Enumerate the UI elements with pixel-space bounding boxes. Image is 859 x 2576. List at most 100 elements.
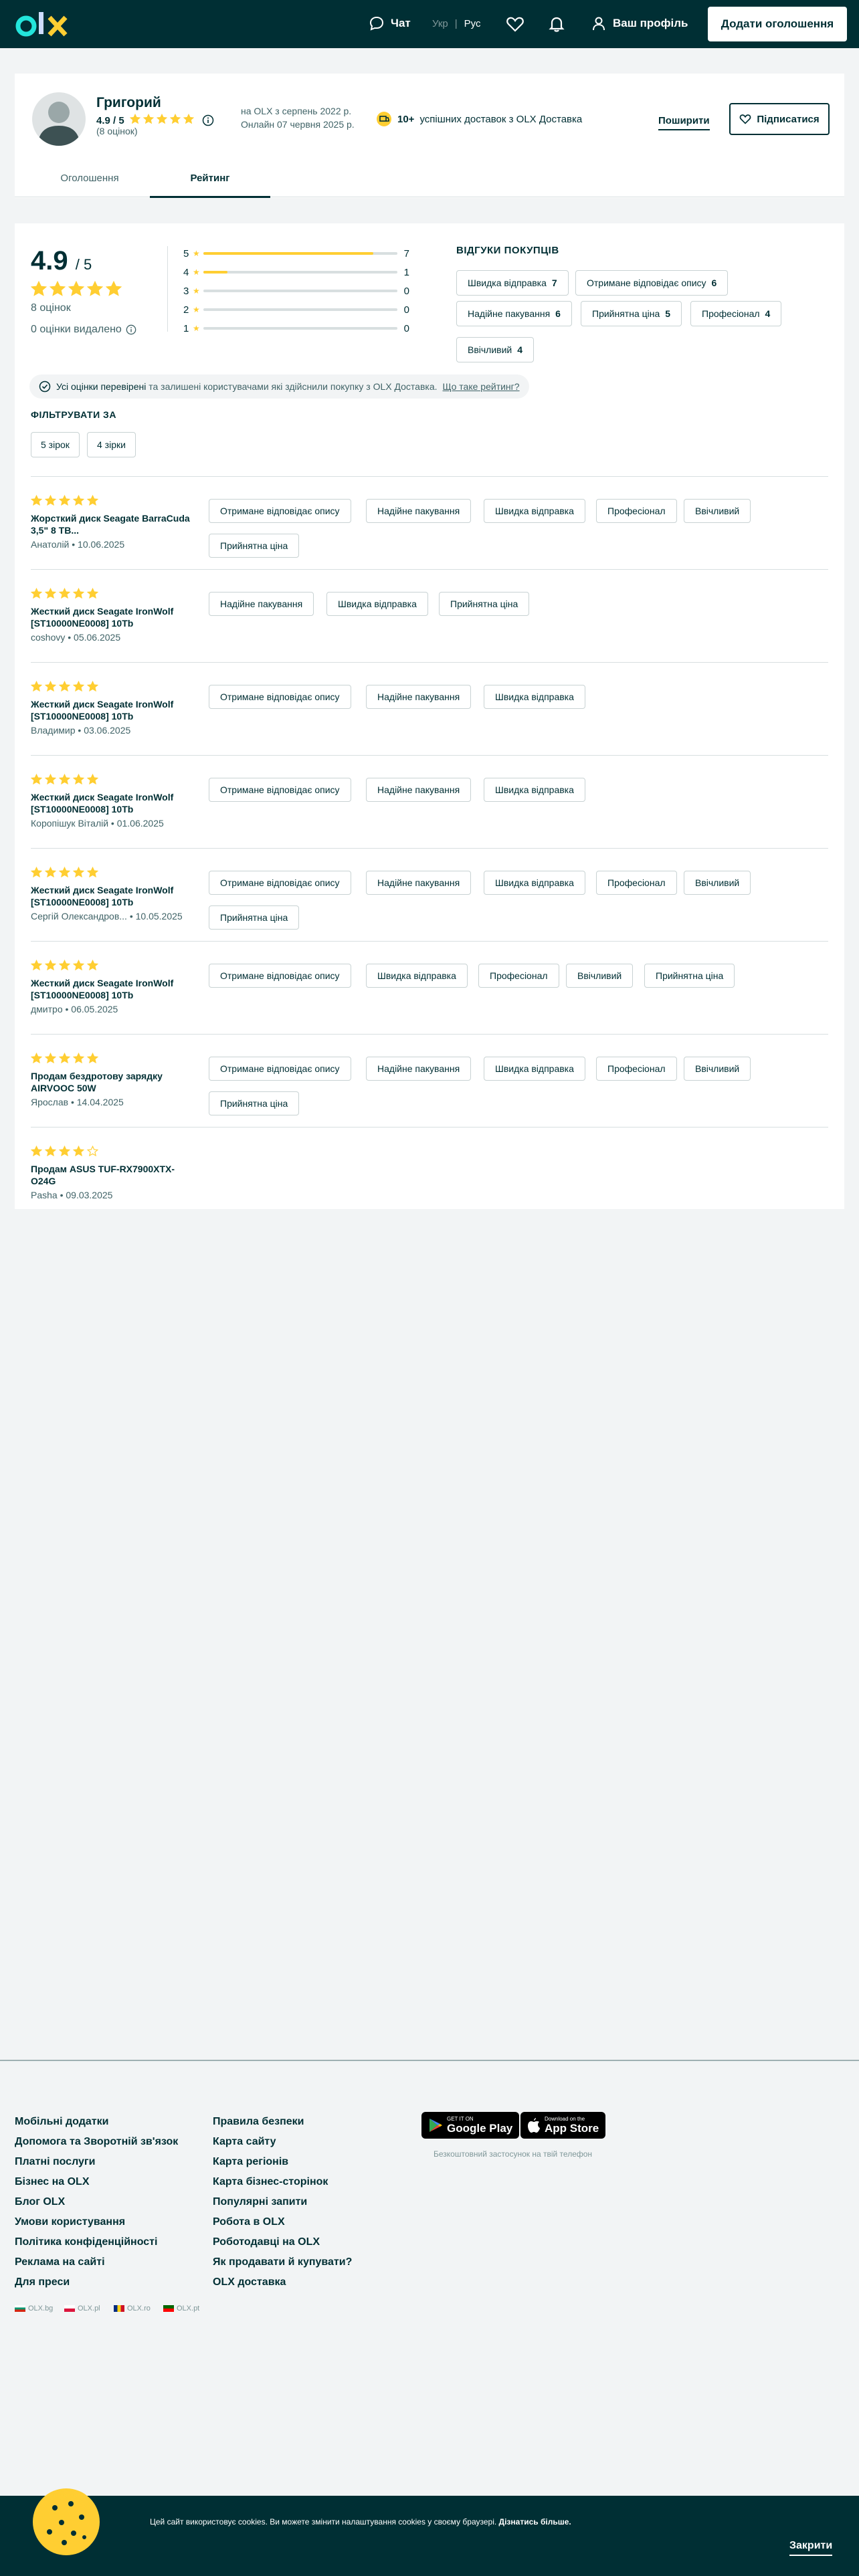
footer-link[interactable]: Бізнес на OLX [15,2176,90,2188]
rating-divider [167,246,168,332]
footer-link[interactable]: Блог OLX [15,2196,65,2208]
footer-link[interactable]: Допомога та Зворотній зв'язок [15,2136,178,2148]
footer: GET IT ON Google Play Download on the App … [0,2060,859,2383]
footer-link[interactable]: Карта бізнес-сторінок [213,2176,328,2188]
cookie-text-wrap: Цей сайт використовує cookies. Ви можете… [150,2517,571,2527]
footer-link[interactable]: Правила безпеки [213,2116,304,2128]
star-filled-icon [30,866,43,878]
review-listing-title[interactable]: Жорсткий диск Seagate BarraCuda 3,5" 8 T… [31,512,191,536]
star-filled-icon [86,494,99,506]
lang-uk[interactable]: Укр [432,18,448,29]
star-filled-icon [86,1052,99,1064]
review-stars [30,1145,101,1160]
buyer-feedback-title: ВІДГУКИ ПОКУПЦІВ [456,245,559,256]
review-tag: Надійне пакування [209,592,314,616]
tab-rating[interactable]: Рейтинг [150,173,270,198]
distribution-bar [203,252,397,255]
footer-link[interactable]: Умови користування [15,2216,125,2228]
add-listing-button[interactable]: Додати оголошення [708,7,847,41]
top-bar: Чат Укр | Рус Ваш профіль Додати оголоше… [0,0,859,48]
footer-link[interactable]: Карта сайту [213,2136,276,2148]
bell-icon[interactable] [547,15,566,33]
heart-icon[interactable] [506,15,524,33]
distribution-row-3: 3 ★ 0 [183,284,411,298]
footer-link[interactable]: Популярні запити [213,2196,307,2208]
review-listing-title[interactable]: Жесткий диск Seagate IronWolf [ST10000NE… [31,977,191,1001]
rating-out-of: / 5 [75,256,92,273]
star-filled-icon [156,113,167,124]
review-listing-title[interactable]: Продам ASUS TUF-RX7900XTX-O24G [31,1163,191,1187]
review-listing-title[interactable]: Жесткий диск Seagate IronWolf [ST10000NE… [31,698,191,722]
country-link[interactable]: OLX.bg [15,2304,53,2313]
cookie-icon [33,2488,100,2555]
star-filled-icon [44,959,57,971]
avatar [32,92,86,146]
distribution-count: 0 [403,304,409,316]
feedback-count: 4 [765,308,771,319]
footer-link[interactable]: OLX доставка [213,2276,286,2288]
cookie-close-button[interactable]: Закрити [789,2540,833,2556]
filter-5-stars[interactable]: 5 зірок [31,432,80,457]
star-filled-icon [58,680,71,692]
country-link[interactable]: OLX.pt [163,2304,199,2313]
app-store-button[interactable]: Download on the App Store [520,2112,606,2139]
review-tag: Отримане відповідає опису [209,778,351,802]
footer-link[interactable]: Політика конфіденційності [15,2236,157,2248]
footer-link[interactable]: Реклама на сайті [15,2256,105,2268]
filter-4-stars[interactable]: 4 зірки [87,432,136,457]
feedback-label: Прийнятна ціна [592,308,660,319]
info-icon[interactable] [126,324,136,335]
star-filled-icon [30,1052,43,1064]
footer-link[interactable]: Платні послуги [15,2156,95,2168]
review-tag: Надійне пакування [366,499,472,523]
review-listing-title[interactable]: Жесткий диск Seagate IronWolf [ST10000NE… [31,605,191,629]
what-is-rating-link[interactable]: Що таке рейтинг? [443,381,520,392]
star-filled-icon [30,680,43,692]
subscribe-button[interactable]: Підписатися [729,103,830,135]
review-author-date: coshovy • 05.06.2025 [31,632,121,643]
cookie-more-link[interactable]: Дізнатись більше. [499,2517,571,2527]
removed-label: 0 оцінки видалено [31,324,122,335]
review-listing-title[interactable]: Жесткий диск Seagate IronWolf [ST10000NE… [31,884,191,908]
star-filled-icon [72,587,85,599]
footer-link[interactable]: Мобільні додатки [15,2116,108,2128]
lang-ru[interactable]: Рус [464,18,481,29]
delivery-badge: 10+ успішних доставок з OLX Доставка [376,111,582,127]
review-tag: Швидка відправка [366,964,468,988]
olx-logo[interactable] [15,7,68,41]
star-filled-icon [86,587,99,599]
profile-link[interactable]: Ваш профіль [591,16,688,31]
country-link[interactable]: OLX.pl [64,2304,100,2313]
distribution-star-label: 2 [183,304,189,316]
footer-link[interactable]: Роботодавці на OLX [213,2236,320,2248]
review-listing-title[interactable]: Продам бездротову зарядку AIRVOOC 50W [31,1070,191,1094]
google-play-button[interactable]: GET IT ON Google Play [421,2112,520,2139]
review-tag: Надійне пакування [366,871,472,895]
cookie-text: Цей сайт використовує cookies. Ви можете… [150,2517,497,2527]
flag-icon [15,2305,25,2312]
star-filled-icon [72,959,85,971]
distribution-count: 1 [403,266,409,278]
star-filled-icon [30,587,43,599]
star-icon: ★ [193,249,200,258]
country-link[interactable]: OLX.ro [114,2304,151,2313]
review-divider [31,755,828,756]
review-stars [30,680,101,695]
tab-listings[interactable]: Оголошення [29,173,150,198]
info-icon[interactable] [202,114,214,126]
footer-link[interactable]: Робота в OLX [213,2216,285,2228]
footer-link[interactable]: Як продавати й купувати? [213,2256,352,2268]
review-listing-title[interactable]: Жесткий диск Seagate IronWolf [ST10000NE… [31,791,191,815]
star-filled-icon [86,959,99,971]
footer-link[interactable]: Карта регіонів [213,2156,288,2168]
star-filled-icon [58,494,71,506]
footer-link[interactable]: Для преси [15,2276,70,2288]
chat-link[interactable]: Чат [369,16,411,31]
review-tag: Ввічливий [684,499,751,523]
share-button[interactable]: Поширити [658,115,710,130]
google-big: Google Play [447,2121,513,2135]
distribution-bar [203,308,397,311]
star-filled-icon [44,1145,57,1157]
seller-meta: на OLX з серпень 2022 р. Онлайн 07 червн… [241,104,355,131]
distribution-row-4: 4 ★ 1 [183,265,411,280]
